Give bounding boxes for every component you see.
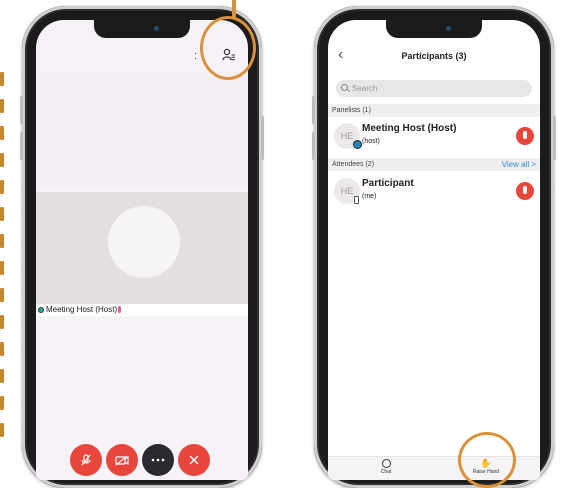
participant-role: (host) [362,138,380,145]
mic-status-icon [118,306,122,314]
search-placeholder: Search [352,84,378,93]
tab-chat[interactable]: Chat [356,459,416,475]
annotation-pointer-line [232,0,236,18]
leave-button[interactable] [178,444,210,476]
video-button[interactable] [106,444,138,476]
mute-button[interactable] [70,444,102,476]
participants-header: ‹ Participants (3) [328,40,540,74]
annotation-circle-participants [200,16,256,80]
avatar: HE [334,123,362,149]
share-status-icon [38,306,44,313]
panelists-section-header: Panelists (1) [328,104,540,117]
participant-name: Meeting Host (Host) [362,123,457,134]
meeting-screen: : Meeting Host (Host) [36,20,248,480]
attendees-header-label: Attendees (2) [332,161,375,168]
speaker-name-strip: Meeting Host (Host) [36,304,248,316]
panelists-header-label: Panelists (1) [332,107,371,114]
avatar-initials: HE [340,131,354,141]
search-input[interactable]: Search [336,80,532,97]
list-item[interactable]: HE Participant (me) [328,172,540,210]
chat-bubble-icon [381,459,391,468]
share-status-icon [353,140,362,149]
list-item[interactable]: HE Meeting Host (Host) (host) [328,117,540,155]
more-button[interactable] [142,444,174,476]
avatar-initials: HE [340,186,354,196]
search-icon [341,84,348,91]
more-dots-icon[interactable]: : [194,50,197,62]
page-title: Participants (3) [401,51,467,61]
attendees-section-header: Attendees (2) View all > [328,158,540,171]
participant-role: (me) [362,193,377,200]
participant-name: Participant [362,178,414,189]
right-phone: ‹ Participants (3) Search Panelists (1) … [312,6,556,488]
mic-muted-icon[interactable] [516,182,534,200]
annotation-circle-raise-hand [458,432,516,488]
mic-off-icon [81,454,91,466]
avatar: HE [334,178,360,204]
dashed-guide-line [0,72,5,472]
tab-chat-label: Chat [380,469,392,475]
host-avatar [108,206,180,278]
more-icon [151,458,165,462]
phone-device-icon [354,196,359,204]
video-gallery-top [36,72,248,190]
close-icon [189,455,199,465]
mic-muted-icon[interactable] [516,127,534,145]
speaker-name: Meeting Host (Host) [46,305,118,314]
participants-screen: ‹ Participants (3) Search Panelists (1) … [328,20,540,480]
view-all-link[interactable]: View all > [502,158,536,171]
video-off-icon [115,455,129,466]
